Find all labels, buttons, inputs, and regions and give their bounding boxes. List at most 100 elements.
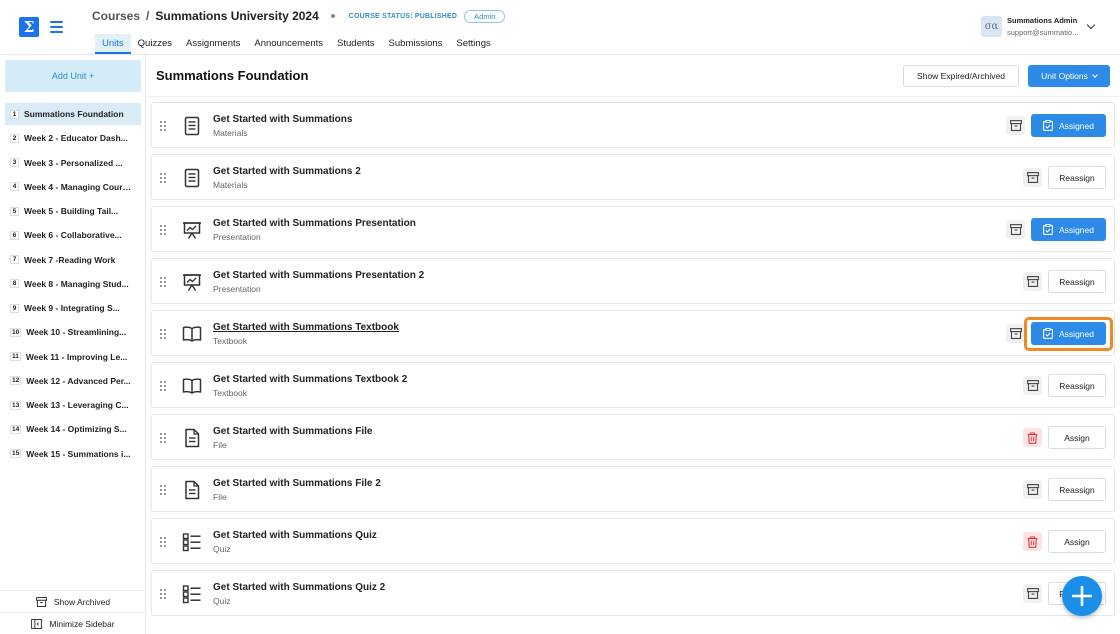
quiz-icon — [182, 532, 202, 552]
sidebar-unit-item[interactable]: 1 Summations Foundation — [5, 103, 141, 125]
item-type: File — [213, 440, 227, 450]
sidebar-unit-item[interactable]: 9 Week 9 - Integrating S... — [5, 297, 141, 319]
minimize-sidebar-button[interactable]: Minimize Sidebar — [0, 612, 146, 634]
unit-number: 5 — [10, 206, 19, 216]
minimize-sidebar-label: Minimize Sidebar — [49, 618, 115, 629]
archive-button[interactable] — [1006, 324, 1025, 343]
sidebar-unit-item[interactable]: 2 Week 2 - Educator Dash... — [5, 127, 141, 149]
item-title[interactable]: Get Started with Summations Quiz — [213, 530, 377, 541]
add-item-fab[interactable] — [1062, 576, 1102, 616]
course-title: Summations University 2024 — [155, 9, 319, 23]
tab-submissions[interactable]: Submissions — [382, 34, 450, 54]
archive-button[interactable] — [1023, 272, 1042, 291]
item-title[interactable]: Get Started with Summations Presentation… — [213, 270, 424, 281]
add-unit-button[interactable]: Add Unit + — [5, 60, 141, 92]
avatar: σα — [981, 16, 1002, 37]
unit-number: 11 — [10, 352, 21, 361]
tab-settings[interactable]: Settings — [449, 34, 497, 54]
archive-icon — [1026, 380, 1039, 391]
sidebar-unit-item[interactable]: 4 Week 4 - Managing Cours... — [5, 176, 141, 198]
drag-handle-icon[interactable] — [160, 121, 166, 131]
breadcrumb: Courses / Summations University 2024 COU… — [92, 9, 506, 23]
user-menu[interactable]: σα Summations Admin support@summatio... — [981, 16, 1096, 37]
tab-announcements[interactable]: Announcements — [247, 34, 330, 54]
item-type: File — [213, 492, 227, 502]
unit-label: Week 11 - Improving Le... — [25, 351, 128, 362]
show-archived-button[interactable]: Show Archived — [0, 590, 146, 612]
unit-number: 10 — [10, 327, 22, 337]
delete-button[interactable] — [1023, 532, 1042, 551]
delete-button[interactable] — [1023, 428, 1042, 447]
item-title[interactable]: Get Started with Summations File 2 — [213, 478, 381, 489]
assign-button[interactable]: Assign — [1048, 426, 1106, 449]
assigned-button[interactable]: Assigned — [1031, 218, 1106, 241]
drag-handle-icon[interactable] — [160, 537, 166, 547]
item-title[interactable]: Get Started with Summations Textbook 2 — [213, 374, 407, 385]
unit-item-row: Get Started with Summations File 2 File Re… — [151, 466, 1115, 512]
sidebar-unit-item[interactable]: 10 Week 10 - Streamlining... — [5, 321, 141, 343]
archive-button[interactable] — [1006, 116, 1025, 135]
sidebar-unit-item[interactable]: 13 Week 13 - Leveraging C... — [5, 394, 141, 416]
drag-handle-icon[interactable] — [160, 173, 166, 183]
unit-options-button[interactable]: Unit Options — [1028, 65, 1110, 87]
tab-assignments[interactable]: Assignments — [179, 34, 247, 54]
unit-item-row: Get Started with Summations 2 Materials Re… — [151, 154, 1115, 200]
hamburger-menu-icon[interactable] — [50, 21, 63, 33]
archive-icon — [1026, 172, 1039, 183]
unit-label: Week 5 - Building Tail... — [24, 206, 119, 216]
item-title[interactable]: Get Started with Summations Textbook — [213, 322, 399, 333]
sidebar-unit-item[interactable]: 15 Week 15 - Summations i... — [5, 443, 141, 465]
unit-item-row: Get Started with Summations Materials Assi… — [151, 102, 1115, 148]
unit-number: 6 — [10, 230, 19, 240]
drag-handle-icon[interactable] — [160, 329, 166, 339]
archive-button[interactable] — [1023, 584, 1042, 603]
trash-icon — [1027, 432, 1038, 444]
drag-handle-icon[interactable] — [160, 485, 166, 495]
item-title[interactable]: Get Started with Summations Quiz 2 — [213, 582, 385, 593]
drag-handle-icon[interactable] — [160, 225, 166, 235]
sidebar-unit-item[interactable]: 7 Week 7 -Reading Work — [5, 249, 141, 271]
unit-number: 12 — [10, 376, 22, 386]
sidebar-unit-item[interactable]: 11 Week 11 - Improving Le... — [5, 346, 141, 368]
item-title[interactable]: Get Started with Summations Presentation — [213, 218, 416, 229]
reassign-button[interactable]: Reassign — [1048, 166, 1106, 189]
breadcrumb-courses-link[interactable]: Courses — [92, 9, 140, 23]
drag-handle-icon[interactable] — [160, 433, 166, 443]
archive-button[interactable] — [1023, 480, 1042, 499]
item-title[interactable]: Get Started with Summations File — [213, 426, 372, 437]
summations-logo[interactable]: Σ — [19, 17, 39, 37]
assign-button[interactable]: Assign — [1048, 530, 1106, 553]
unit-item-row: Get Started with Summations Quiz Quiz Assi… — [151, 518, 1115, 564]
book-icon — [182, 376, 202, 396]
user-name: Summations Admin — [1007, 16, 1078, 25]
archive-button[interactable] — [1023, 168, 1042, 187]
sidebar-unit-item[interactable]: 6 Week 6 - Collaborative... — [5, 224, 141, 246]
drag-handle-icon[interactable] — [160, 589, 166, 599]
archive-button[interactable] — [1023, 376, 1042, 395]
show-expired-archived-button[interactable]: Show Expired/Archived — [903, 65, 1019, 87]
item-title[interactable]: Get Started with Summations — [213, 114, 352, 125]
sidebar-unit-item[interactable]: 12 Week 12 - Advanced Per... — [5, 370, 141, 392]
chevron-down-icon[interactable] — [1087, 20, 1096, 29]
reassign-button[interactable]: Reassign — [1048, 478, 1106, 501]
clipboard-check-icon — [1043, 120, 1053, 131]
main-content: Summations Foundation Show Expired/Archi… — [147, 55, 1120, 634]
unit-label: Week 7 -Reading Work — [24, 254, 116, 265]
drag-handle-icon[interactable] — [160, 381, 166, 391]
reassign-button[interactable]: Reassign — [1048, 374, 1106, 397]
drag-handle-icon[interactable] — [160, 277, 166, 287]
quiz-icon — [182, 584, 202, 604]
archive-button[interactable] — [1006, 220, 1025, 239]
sidebar-unit-item[interactable]: 5 Week 5 - Building Tail... — [5, 200, 141, 222]
reassign-button[interactable]: Reassign — [1048, 270, 1106, 293]
assigned-button[interactable]: Assigned — [1031, 114, 1106, 137]
unit-options-label: Unit Options — [1041, 71, 1088, 81]
sidebar-unit-item[interactable]: 8 Week 8 - Managing Stud... — [5, 273, 141, 295]
tab-units[interactable]: Units — [95, 34, 131, 54]
tab-quizzes[interactable]: Quizzes — [131, 34, 179, 54]
item-title[interactable]: Get Started with Summations 2 — [213, 166, 361, 177]
sidebar-unit-item[interactable]: 3 Week 3 - Personalized ... — [5, 152, 141, 174]
highlight-focus-ring — [1024, 317, 1113, 351]
tab-students[interactable]: Students — [330, 34, 382, 54]
sidebar-unit-item[interactable]: 14 Week 14 - Optimizing S... — [5, 418, 141, 440]
